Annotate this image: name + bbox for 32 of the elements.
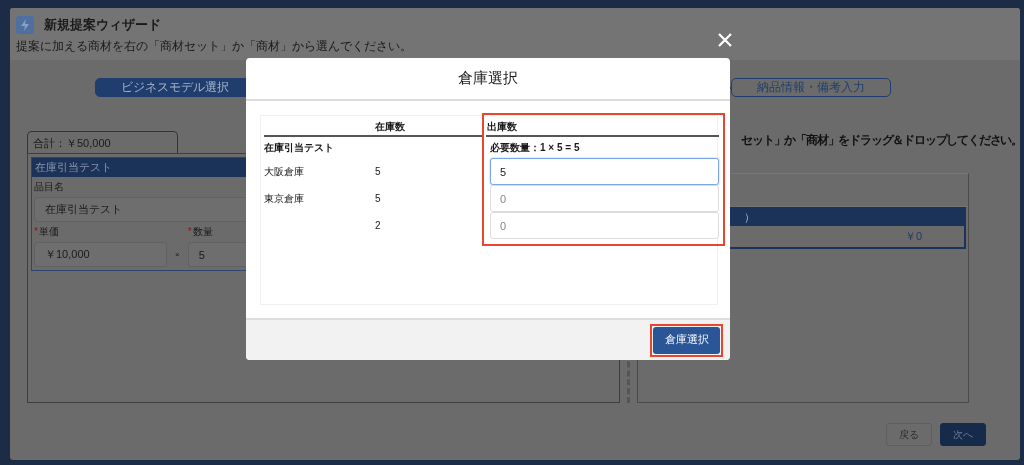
- required-mark: *: [187, 226, 192, 237]
- multiply-sign: ×: [175, 250, 180, 261]
- field-label: 品目名: [34, 180, 65, 194]
- column-header: 出庫数: [487, 120, 517, 134]
- field-label: 数量: [192, 225, 213, 239]
- product-name: 在庫引当テスト: [264, 140, 334, 155]
- stock-count: 5: [375, 166, 381, 177]
- quantity-input[interactable]: 5: [490, 158, 719, 185]
- stock-count: 2: [375, 220, 381, 231]
- modal-title: 倉庫選択: [458, 69, 518, 88]
- column-header: 在庫数: [375, 120, 405, 134]
- total-tab[interactable]: 合計：￥50,000: [27, 131, 178, 153]
- back-button[interactable]: 戻る: [886, 423, 932, 446]
- product-title: ）: [744, 211, 755, 223]
- warehouse-name: 東京倉庫: [264, 191, 304, 206]
- wizard-title: 新規提案ウィザード: [44, 16, 161, 34]
- wizard-subtitle: 提案に加える商材を右の「商材セット」か「商材」から選んでください。: [16, 38, 412, 55]
- next-button[interactable]: 次へ: [940, 423, 986, 446]
- product-amount: ￥0: [904, 230, 922, 242]
- instruction-text: セット」か「商材」をドラッグ＆ドロップしてください。: [741, 132, 1022, 149]
- select-warehouse-button[interactable]: 倉庫選択: [653, 326, 720, 354]
- input-field[interactable]: ￥10,000: [34, 242, 167, 267]
- close-icon[interactable]: [718, 33, 732, 47]
- quantity-input[interactable]: 0: [490, 212, 719, 239]
- required-quantity: 必要数量：1 × 5 = 5: [490, 140, 580, 155]
- required-mark: *: [34, 226, 38, 237]
- quantity-input[interactable]: 0: [490, 185, 719, 212]
- field-label: 単価: [38, 225, 59, 239]
- warehouse-name: 大阪倉庫: [264, 164, 304, 179]
- step-pill[interactable]: 納品情報・備考入力: [731, 78, 891, 97]
- lightning-icon: [16, 16, 34, 34]
- stock-count: 5: [375, 193, 381, 204]
